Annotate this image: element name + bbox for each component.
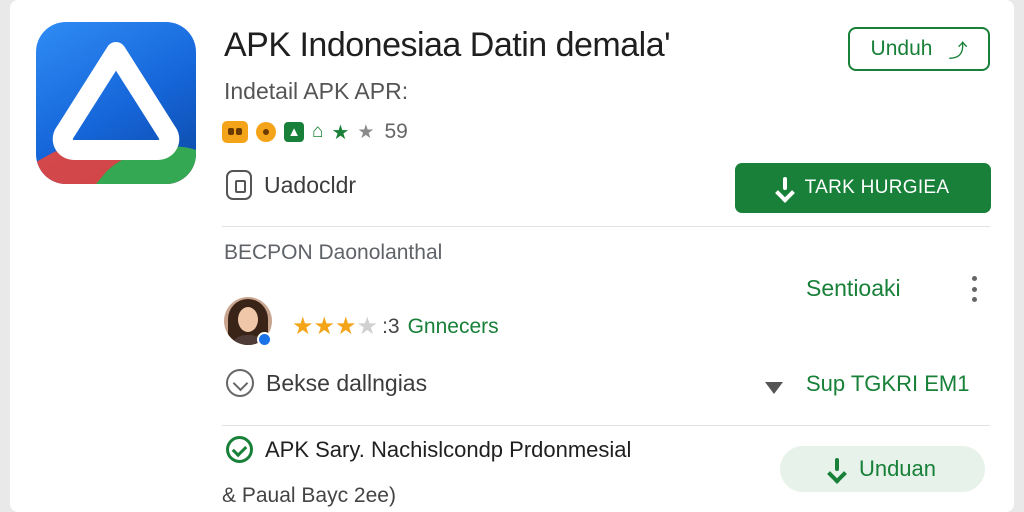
share-icon: ⤴ (948, 40, 968, 62)
info-row[interactable]: Bekse dallngias (226, 369, 427, 397)
star-empty-icon: ★ (356, 313, 379, 340)
install-button[interactable]: TARK HURGIEA (735, 163, 991, 213)
app-title: APK Indonesiaa Datin demala' (224, 26, 671, 64)
badge-count: 59 (384, 120, 408, 143)
star-icon: ★ (331, 121, 350, 144)
badge-row: ▲ ⌂ ★ ★ 59 (222, 119, 408, 145)
triangle-app-icon (36, 42, 196, 184)
star-icon: ★ (292, 313, 314, 340)
section-title: BECPON Daonolanthal (224, 241, 443, 264)
meta-text[interactable]: Sup TGKRI EM1 (806, 371, 969, 397)
rating-row: ★ ★ ★ ★ :3 Gnnecers (292, 314, 499, 340)
more-options-icon[interactable] (968, 276, 980, 302)
star-icon: ★ (313, 313, 336, 340)
app-icon[interactable] (36, 22, 196, 184)
download-icon (777, 177, 793, 199)
divider (222, 425, 990, 426)
divider (222, 226, 990, 227)
face-badge-icon (222, 121, 248, 143)
app-subtitle: Indetail APK APR: (224, 78, 409, 104)
unduh-button[interactable]: Unduh ⤴ (848, 27, 990, 71)
house-icon: ⌂ (312, 121, 324, 142)
coin-badge-icon (256, 122, 276, 142)
star-icon: ★ (357, 121, 375, 143)
download-icon (829, 458, 845, 480)
developer-icon (226, 170, 252, 200)
rating-label[interactable]: Gnnecers (408, 315, 499, 339)
unduh-label: Unduh (870, 37, 933, 60)
unduan-label: Unduan (858, 456, 937, 481)
rating-count: :3 (382, 315, 400, 338)
unduan-button[interactable]: Unduan (780, 446, 985, 492)
verified-row: APK Sary. Nachislcondp Prdonmesial (226, 436, 631, 463)
verified-badge-icon (257, 332, 272, 347)
history-icon (226, 369, 254, 397)
install-label: TARK HURGIEA (804, 177, 950, 198)
check-circle-icon (226, 436, 253, 463)
section-link[interactable]: Sentioaki (806, 275, 901, 302)
verified-label: APK Sary. Nachislcondp Prdonmesial (265, 436, 632, 462)
chevron-down-icon[interactable] (765, 382, 783, 394)
info-label: Bekse dallngias (266, 369, 428, 396)
star-icon: ★ (335, 313, 357, 340)
developer-row[interactable]: Uadocldr (226, 170, 356, 200)
developer-name: Uadocldr (264, 171, 357, 198)
shield-badge-icon: ▲ (284, 122, 304, 142)
footer-text: & Paual Bayc 2ee) (222, 484, 396, 507)
